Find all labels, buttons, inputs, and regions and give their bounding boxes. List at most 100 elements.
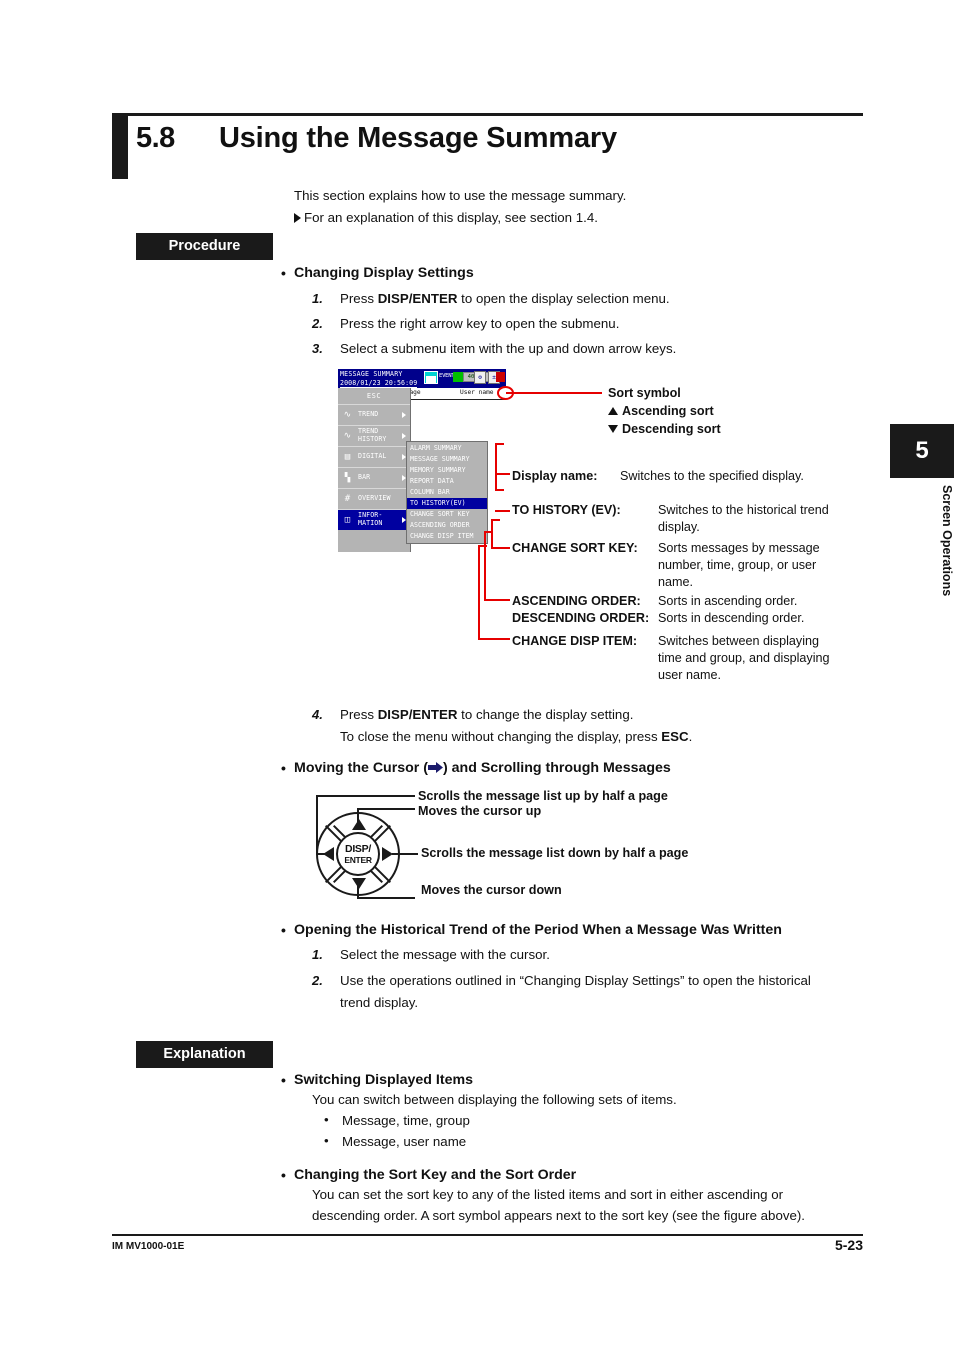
submenu-item-ascending-order[interactable]: ASCENDING ORDER	[407, 520, 487, 531]
menu-item-trend[interactable]: ∿ TREND	[338, 404, 410, 425]
bracket-display-name-bottom	[495, 489, 504, 491]
menu-item-information[interactable]: ◫ INFOR- MATION	[338, 509, 410, 530]
menu-item-esc[interactable]: ESC	[338, 388, 410, 404]
menu-item-digital[interactable]: ▤ DIGITAL	[338, 446, 410, 467]
label-scroll-down-half-page: Scrolls the message list down by half a …	[421, 846, 689, 860]
device-screen-mockup: MESSAGE SUMMARY 2008/01/23 20:56:09 EVEN…	[338, 369, 506, 552]
disp-enter-line2: ENTER	[344, 855, 372, 865]
step-2: 2. Press the right arrow key to open the …	[312, 316, 619, 331]
step-text-line1: Use the operations outlined in “Changing…	[340, 973, 811, 988]
side-tab-label: Screen Operations	[940, 485, 954, 597]
menu-item-label: TREND	[358, 410, 379, 418]
submenu-item-change-sort-key[interactable]: CHANGE SORT KEY	[407, 509, 487, 520]
callout-label-change-disp-item: CHANGE DISP ITEM:	[512, 634, 638, 648]
heading-text: Opening the Historical Trend of the Peri…	[294, 922, 782, 938]
heading-text: Changing Display Settings	[294, 265, 474, 281]
explanation-chip: Explanation	[136, 1041, 273, 1068]
arrow-up-key[interactable]	[352, 819, 366, 830]
callout-ascending-sort: Ascending sort	[608, 404, 714, 418]
sort-explanation-line1: You can set the sort key to any of the l…	[312, 1187, 784, 1202]
step-text: Select the message with the cursor.	[340, 947, 550, 962]
submenu-item-message-summary[interactable]: MESSAGE SUMMARY	[407, 454, 487, 465]
status-green-icon	[453, 372, 463, 382]
digital-icon: ▤	[344, 452, 351, 462]
submenu-item-memory-summary[interactable]: MEMORY SUMMARY	[407, 465, 487, 476]
callout-desc-to-history-1: Switches to the historical trend	[658, 503, 829, 517]
menu-item-overview[interactable]: # OVERVIEW	[338, 488, 410, 509]
column-header-username: User name	[460, 389, 494, 396]
disp-enter-line1: DISP/	[345, 843, 371, 855]
callout-desc-ascending-order: Sorts in ascending order.	[658, 594, 798, 608]
heading-text-a: Moving the Cursor (	[294, 760, 428, 776]
device-column-header: ssage User name	[400, 388, 506, 400]
trend-history-icon: ∿	[343, 431, 352, 441]
callout-desc-to-history-2: display.	[658, 520, 700, 534]
callout-desc-csk-1: Sorts messages by message	[658, 541, 820, 555]
heading-text: Changing the Sort Key and the Sort Order	[294, 1167, 577, 1183]
bullet-dot-icon: •	[281, 760, 286, 776]
step-number: 4.	[312, 707, 323, 722]
switching-item-text: Message, time, group	[342, 1113, 470, 1128]
menu-item-trend-history[interactable]: ∿ TREND HISTORY	[338, 425, 410, 446]
trend-step-1: 1. Select the message with the cursor.	[312, 947, 550, 962]
bracket-display-name	[495, 443, 497, 491]
submenu-item-column-bar[interactable]: COLUMN BAR	[407, 487, 487, 498]
menu-item-label: INFOR- MATION	[358, 511, 383, 527]
media-icon	[424, 371, 438, 384]
device-screen-datetime: 2008/01/23 20:56:09	[340, 378, 418, 388]
footer-rule	[112, 1234, 863, 1236]
menu-item-bar[interactable]: ▚ BAR	[338, 467, 410, 488]
leader-ascending-top	[484, 531, 493, 533]
step-4-note: To close the menu without changing the d…	[340, 729, 692, 744]
submenu-item-alarm-summary[interactable]: ALARM SUMMARY	[407, 443, 487, 454]
switching-item-2: • Message, user name	[324, 1133, 467, 1149]
footer-page-number: 5-23	[834, 1237, 863, 1253]
leader-line-change-sort-key	[491, 547, 510, 549]
alarm-red-icon	[496, 372, 505, 382]
submenu-item-report-data[interactable]: REPORT DATA	[407, 476, 487, 487]
step-keyword: DISP/ENTER	[377, 707, 458, 722]
keypad-leader-left-connect	[316, 853, 330, 855]
keypad-leader-left-vertical	[316, 795, 318, 855]
bracket-display-name-top	[495, 443, 504, 445]
bracket-change-sort-key	[491, 519, 493, 549]
keypad-leader-cursor-down	[357, 897, 415, 899]
callout-desc-csk-2: number, time, group, or user	[658, 558, 817, 572]
device-main-menu: ESC ∿ TREND ∿ TREND HISTORY ▤ DIGITAL ▚ …	[338, 388, 411, 552]
chevron-right-icon	[402, 412, 406, 418]
device-screen-title: MESSAGE SUMMARY	[340, 370, 403, 378]
callout-label-ascending-order: ASCENDING ORDER:	[512, 594, 641, 608]
submenu-item-change-disp-item[interactable]: CHANGE DISP ITEM	[407, 531, 487, 542]
heading-opening-historical-trend: • Opening the Historical Trend of the Per…	[281, 922, 782, 938]
callout-label-display-name: Display name:	[512, 469, 598, 483]
leader-line-display-name	[495, 473, 510, 475]
cursor-arrow-icon	[428, 761, 443, 773]
menu-item-label: TREND HISTORY	[358, 427, 387, 443]
step-number: 1.	[312, 947, 323, 962]
side-tab-number: 5	[890, 424, 954, 478]
disp-enter-key[interactable]: DISP/ ENTER	[336, 832, 380, 876]
step-4-note-keyword: ESC	[661, 729, 689, 744]
submenu-item-to-history[interactable]: TO HISTORY(EV)	[407, 498, 487, 509]
bullet-dot-icon: •	[324, 1133, 329, 1148]
gear-icon: ⚙	[474, 371, 486, 384]
heading-changing-display-settings: • Changing Display Settings	[281, 265, 474, 281]
device-title-bar: MESSAGE SUMMARY 2008/01/23 20:56:09 EVEN…	[338, 369, 506, 388]
callout-label-descending-order: DESCENDING ORDER:	[512, 611, 650, 625]
switching-item-text: Message, user name	[342, 1134, 467, 1149]
step-4-note-a: To close the menu without changing the d…	[340, 729, 662, 744]
bullet-dot-icon: •	[281, 1167, 286, 1183]
callout-desc-cdi-3: user name.	[658, 668, 721, 682]
label-scroll-up-half-page: Scrolls the message list up by half a pa…	[418, 789, 668, 803]
trend-icon: ∿	[343, 410, 352, 420]
section-number: 5.8	[136, 122, 175, 154]
bullet-dot-icon: •	[281, 265, 286, 281]
step-number: 1.	[312, 291, 323, 306]
heading-moving-cursor: • Moving the Cursor () and Scrolling thro…	[281, 760, 671, 776]
cross-reference-note: For an explanation of this display, see …	[294, 210, 598, 225]
overview-icon: #	[344, 494, 351, 504]
arrow-down-key[interactable]	[352, 878, 366, 889]
callout-sort-symbol: Sort symbol	[608, 386, 681, 400]
procedure-chip: Procedure	[136, 233, 273, 260]
section-accent-bar	[112, 113, 128, 179]
